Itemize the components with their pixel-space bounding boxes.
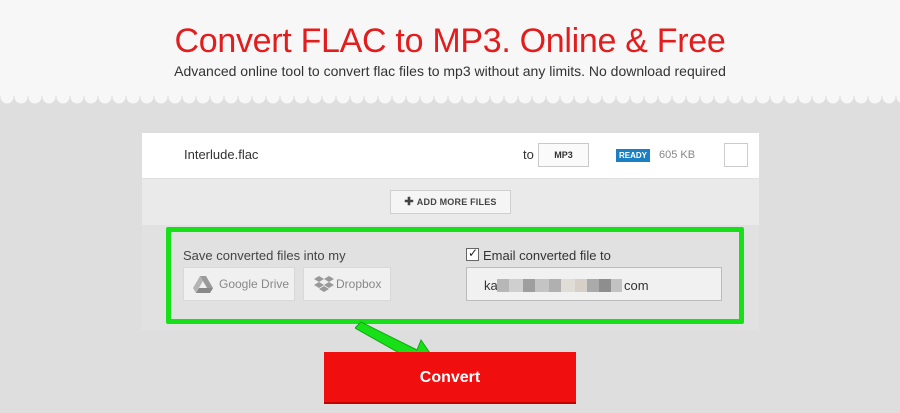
dropbox-button[interactable]: Dropbox: [303, 267, 391, 301]
email-input[interactable]: ka com: [466, 267, 722, 301]
dropbox-icon: [314, 276, 334, 292]
page-header: Convert FLAC to MP3. Online & Free Advan…: [0, 0, 900, 98]
convert-button[interactable]: Convert: [324, 352, 576, 404]
format-select[interactable]: MP3: [538, 143, 589, 167]
file-row: Interlude.flac to MP3 READY 605 KB: [142, 133, 759, 178]
add-files-row: ✚ ADD MORE FILES: [142, 178, 759, 225]
page-subtitle: Advanced online tool to convert flac fil…: [174, 63, 726, 79]
checkmark-icon: ✓: [468, 246, 479, 260]
header-scallop-edge: [0, 96, 900, 106]
email-value-end: com: [624, 278, 649, 293]
email-checkbox[interactable]: ✓: [466, 246, 479, 261]
dropbox-label: Dropbox: [336, 277, 382, 291]
file-size: 605 KB: [659, 149, 696, 161]
page-title: Convert FLAC to MP3. Online & Free: [174, 22, 726, 60]
google-drive-button[interactable]: Google Drive: [183, 267, 295, 301]
email-value-start: ka: [484, 278, 498, 293]
add-more-files-label: ADD MORE FILES: [416, 197, 497, 207]
email-label: Email converted file to: [483, 248, 611, 263]
google-drive-label: Google Drive: [219, 277, 290, 291]
plus-icon: ✚: [404, 196, 414, 208]
file-name: Interlude.flac: [184, 147, 259, 162]
google-drive-icon: [193, 276, 213, 293]
file-remove-checkbox[interactable]: [724, 143, 748, 167]
add-more-files-button[interactable]: ✚ ADD MORE FILES: [390, 190, 511, 214]
save-label: Save converted files into my: [183, 248, 346, 263]
to-label: to: [523, 147, 534, 162]
status-badge: READY: [616, 149, 651, 162]
